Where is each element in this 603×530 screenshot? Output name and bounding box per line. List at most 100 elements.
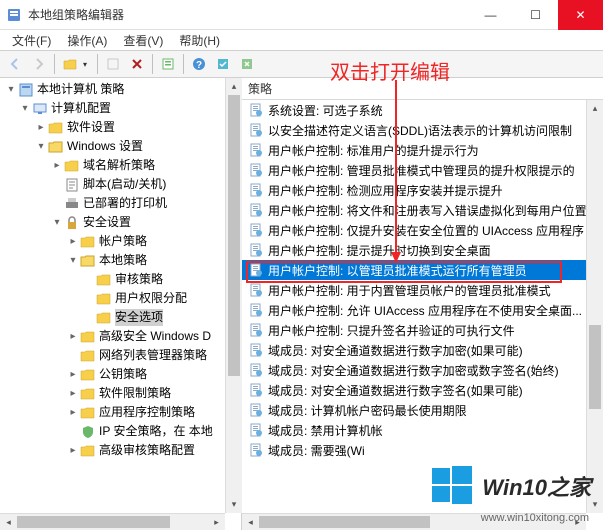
- list-scrollbar-vertical[interactable]: ▴ ▾: [586, 100, 603, 513]
- policy-icon: [18, 82, 34, 98]
- toolbar-separator: [97, 54, 98, 74]
- tree-item-scripts[interactable]: ▸ 脚本(启动/关机): [2, 175, 239, 194]
- list-row[interactable]: 域成员: 对安全通道数据进行数字加密(如果可能): [242, 340, 603, 360]
- expand-icon[interactable]: ▸: [50, 157, 64, 174]
- list-row[interactable]: 用户帐户控制: 只提升签名并验证的可执行文件: [242, 320, 603, 340]
- expand-icon[interactable]: ▸: [66, 404, 80, 421]
- expand-icon[interactable]: ▸: [66, 385, 80, 402]
- policy-item-icon: [248, 202, 264, 218]
- policy-item-icon: [248, 302, 264, 318]
- tree-item-public-key[interactable]: ▸ 公钥策略: [2, 365, 239, 384]
- tree-item-network-list[interactable]: ▸ 网络列表管理器策略: [2, 346, 239, 365]
- tree-item-account-policies[interactable]: ▸ 帐户策略: [2, 232, 239, 251]
- forward-button[interactable]: [28, 53, 50, 75]
- tree-item-name-resolution[interactable]: ▸ 域名解析策略: [2, 156, 239, 175]
- list-row[interactable]: 域成员: 禁用计算机帐: [242, 420, 603, 440]
- tree-item-user-rights[interactable]: ▸ 用户权限分配: [2, 289, 239, 308]
- scroll-up-button[interactable]: ▴: [226, 78, 242, 95]
- menu-file[interactable]: 文件(F): [4, 30, 59, 51]
- expand-icon[interactable]: ▾: [50, 214, 64, 231]
- tree-item-printers[interactable]: ▸ 已部署的打印机: [2, 194, 239, 213]
- folder-icon: [80, 405, 96, 421]
- scroll-down-button[interactable]: ▾: [587, 496, 603, 513]
- tree-item-advanced-windows-defender[interactable]: ▸ 高级安全 Windows D: [2, 327, 239, 346]
- minimize-button[interactable]: —: [468, 0, 513, 30]
- policy-item-icon: [248, 402, 264, 418]
- scroll-right-button[interactable]: ▸: [208, 514, 225, 530]
- tree-item-audit-policy[interactable]: ▸ 审核策略: [2, 270, 239, 289]
- list-row[interactable]: 用户帐户控制: 管理员批准模式中管理员的提升权限提示的: [242, 160, 603, 180]
- dropdown-icon[interactable]: ▾: [83, 60, 93, 69]
- list-row[interactable]: 用户帐户控制: 仅提升安装在安全位置的 UIAccess 应用程序: [242, 220, 603, 240]
- list-header-policy[interactable]: 策略: [242, 78, 603, 100]
- scroll-down-button[interactable]: ▾: [226, 496, 242, 513]
- list-row-text: 域成员: 计算机帐户密码最长使用期限: [268, 402, 467, 419]
- folder-icon: [80, 386, 96, 402]
- scroll-left-button[interactable]: ◂: [0, 514, 17, 530]
- list-row[interactable]: 域成员: 对安全通道数据进行数字签名(如果可能): [242, 380, 603, 400]
- tree-scrollbar-vertical[interactable]: ▴ ▾: [225, 78, 242, 513]
- expand-icon[interactable]: ▾: [18, 100, 32, 117]
- list-row[interactable]: 用户帐户控制: 标准用户的提升提示行为: [242, 140, 603, 160]
- close-button[interactable]: ✕: [558, 0, 603, 30]
- back-button[interactable]: [4, 53, 26, 75]
- policy-item-icon: [248, 342, 264, 358]
- scroll-up-button[interactable]: ▴: [587, 100, 603, 117]
- list-row[interactable]: 用户帐户控制: 以管理员批准模式运行所有管理员: [242, 260, 603, 280]
- list-row[interactable]: 用户帐户控制: 允许 UIAccess 应用程序在不使用安全桌面...: [242, 300, 603, 320]
- list-row[interactable]: 用户帐户控制: 将文件和注册表写入错误虚拟化到每用户位置: [242, 200, 603, 220]
- expand-icon[interactable]: ▾: [66, 252, 80, 269]
- tool-button[interactable]: [236, 53, 258, 75]
- policy-item-icon: [248, 422, 264, 438]
- tree-scrollbar-horizontal[interactable]: ◂ ▸: [0, 513, 225, 530]
- tree-item-software-settings[interactable]: ▸ 软件设置: [2, 118, 239, 137]
- expand-icon[interactable]: ▸: [34, 119, 48, 136]
- maximize-button[interactable]: ☐: [513, 0, 558, 30]
- expand-icon[interactable]: ▸: [66, 366, 80, 383]
- list-row[interactable]: 以安全描述符定义语言(SDDL)语法表示的计算机访问限制: [242, 120, 603, 140]
- folder-icon: [80, 329, 96, 345]
- toolbar: ▾ ?: [0, 50, 603, 78]
- expand-icon[interactable]: ▾: [4, 81, 18, 98]
- tree-panel: ▾ 本地计算机 策略 ▾ 计算机配置 ▸ 软件设置 ▾ Windows 设置 ▸: [0, 78, 242, 530]
- menu-view[interactable]: 查看(V): [115, 30, 171, 51]
- menubar: 文件(F) 操作(A) 查看(V) 帮助(H): [0, 30, 603, 50]
- list-row-text: 用户帐户控制: 允许 UIAccess 应用程序在不使用安全桌面...: [268, 302, 582, 319]
- list-row-text: 用户帐户控制: 以管理员批准模式运行所有管理员: [268, 262, 527, 279]
- properties-button[interactable]: [157, 53, 179, 75]
- tree-item-security-settings[interactable]: ▾ 安全设置: [2, 213, 239, 232]
- toolbar-separator: [54, 54, 55, 74]
- list-row[interactable]: 域成员: 对安全通道数据进行数字加密或数字签名(始终): [242, 360, 603, 380]
- expand-icon[interactable]: ▸: [66, 442, 80, 459]
- tree-item-ip-security[interactable]: ▸ IP 安全策略，在 本地: [2, 422, 239, 441]
- list-body: 系统设置: 可选子系统以安全描述符定义语言(SDDL)语法表示的计算机访问限制用…: [242, 100, 603, 530]
- help-button[interactable]: ?: [188, 53, 210, 75]
- tree-item-local-policies[interactable]: ▾ 本地策略: [2, 251, 239, 270]
- list-row[interactable]: 用户帐户控制: 检测应用程序安装并提示提升: [242, 180, 603, 200]
- tree-item-advanced-audit[interactable]: ▸ 高级审核策略配置: [2, 441, 239, 460]
- scroll-left-button[interactable]: ◂: [242, 514, 259, 530]
- expand-icon[interactable]: ▸: [66, 328, 80, 345]
- cut-button[interactable]: [102, 53, 124, 75]
- tool-button[interactable]: [212, 53, 234, 75]
- tree-item-app-control[interactable]: ▸ 应用程序控制策略: [2, 403, 239, 422]
- up-button[interactable]: [59, 53, 81, 75]
- delete-button[interactable]: [126, 53, 148, 75]
- policy-item-icon: [248, 322, 264, 338]
- list-row[interactable]: 域成员: 计算机帐户密码最长使用期限: [242, 400, 603, 420]
- tree-item-computer-config[interactable]: ▾ 计算机配置: [2, 99, 239, 118]
- tree-item-software-restriction[interactable]: ▸ 软件限制策略: [2, 384, 239, 403]
- list-row[interactable]: 系统设置: 可选子系统: [242, 100, 603, 120]
- tree-item-windows-settings[interactable]: ▾ Windows 设置: [2, 137, 239, 156]
- list-row[interactable]: 用户帐户控制: 用于内置管理员帐户的管理员批准模式: [242, 280, 603, 300]
- expand-icon[interactable]: ▸: [66, 233, 80, 250]
- list-row[interactable]: 域成员: 需要强(Wi: [242, 440, 603, 460]
- tree-item-security-options[interactable]: ▸ 安全选项: [2, 308, 239, 327]
- tree-root[interactable]: ▾ 本地计算机 策略: [2, 80, 239, 99]
- expand-icon[interactable]: ▾: [34, 138, 48, 155]
- menu-help[interactable]: 帮助(H): [171, 30, 228, 51]
- list-row-text: 以安全描述符定义语言(SDDL)语法表示的计算机访问限制: [268, 122, 572, 139]
- policy-item-icon: [248, 362, 264, 378]
- menu-action[interactable]: 操作(A): [59, 30, 115, 51]
- list-row[interactable]: 用户帐户控制: 提示提升时切换到安全桌面: [242, 240, 603, 260]
